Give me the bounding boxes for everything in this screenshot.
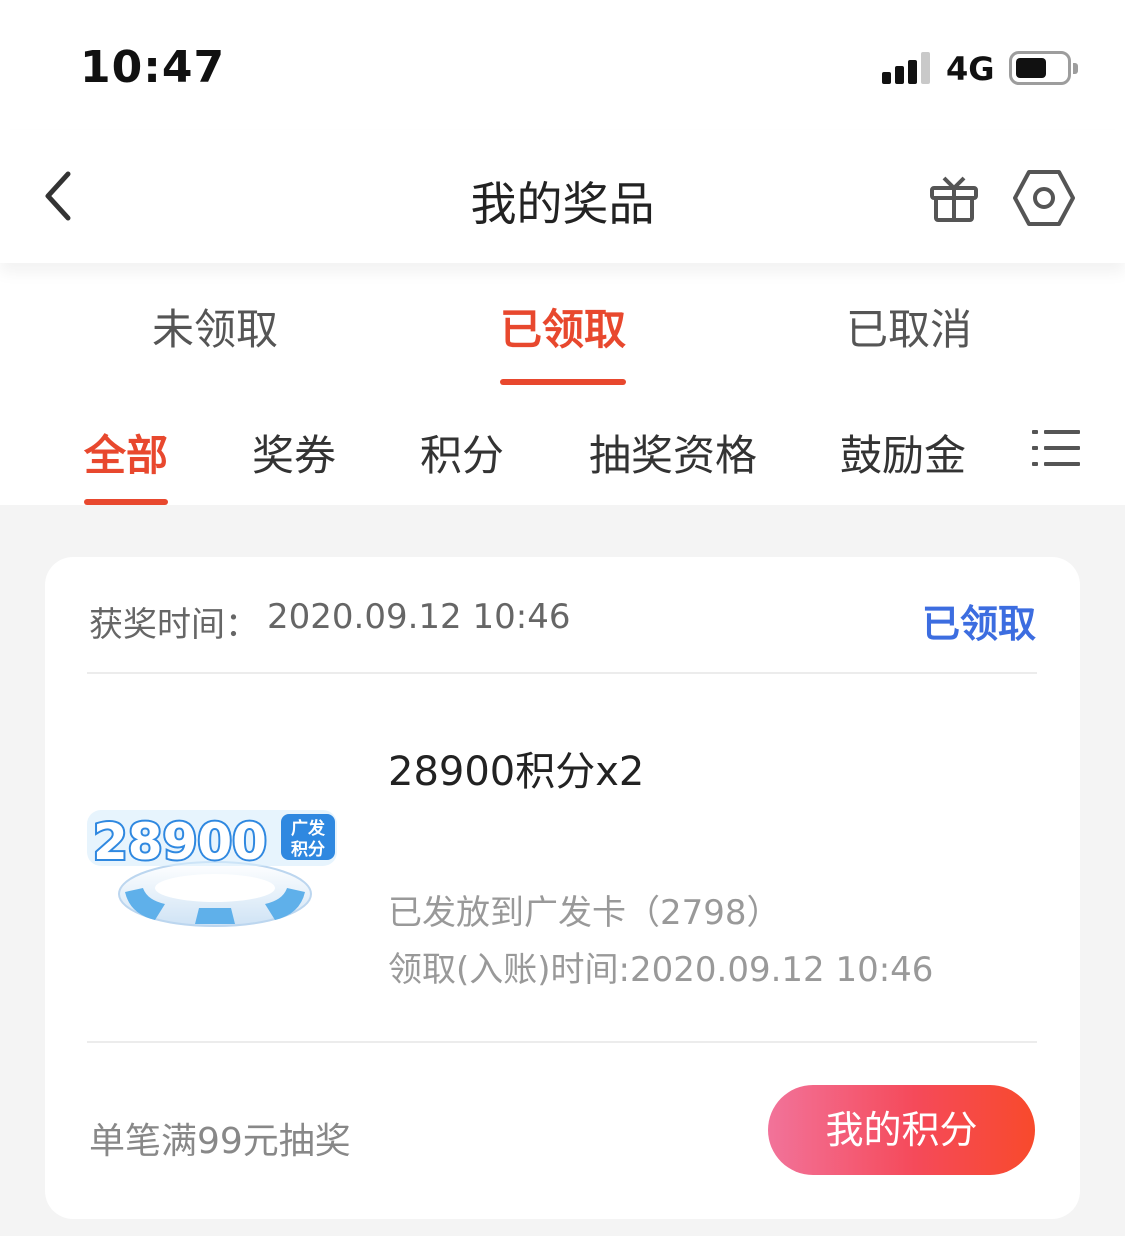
prize-name: 28900积分x2 (388, 749, 645, 795)
category-bonus[interactable]: 鼓励金 (840, 422, 966, 483)
active-category-indicator (84, 499, 168, 505)
category-lottery-eligibility[interactable]: 抽奖资格 (589, 422, 757, 483)
tab-cancelled[interactable]: 已取消 (809, 296, 1009, 357)
prize-card: 获奖时间： 2020.09.12 10:46 已领取 28900 广发 积分 2… (45, 557, 1080, 1219)
category-points[interactable]: 积分 (420, 422, 504, 483)
win-time-value: 2020.09.12 10:46 (267, 597, 571, 637)
prize-image-caption-top: 广发 (291, 818, 326, 839)
my-points-button[interactable]: 我的积分 (768, 1085, 1035, 1175)
prize-image-caption-bottom: 积分 (291, 840, 325, 860)
prize-image-number: 28900 (93, 813, 267, 871)
active-tab-indicator (500, 379, 626, 385)
win-time-label: 获奖时间： (89, 605, 259, 645)
prize-destination: 已发放到广发卡（2798） (388, 893, 781, 933)
lottery-condition: 单笔满99元抽奖 (89, 1121, 351, 1162)
category-all[interactable]: 全部 (84, 422, 168, 483)
tab-claimed[interactable]: 已领取 (463, 296, 663, 357)
prize-image: 28900 广发 积分 (85, 802, 345, 942)
divider (87, 1041, 1037, 1043)
divider (87, 672, 1037, 674)
tab-unclaimed[interactable]: 未领取 (115, 296, 315, 357)
battery-icon (1009, 51, 1078, 85)
claim-status-badge: 已领取 (921, 602, 1036, 646)
category-vouchers[interactable]: 奖券 (252, 422, 336, 483)
list-icon[interactable] (1032, 428, 1080, 468)
gift-icon[interactable] (928, 172, 980, 224)
status-time: 10:47 (80, 42, 226, 93)
category-tabs: 全部 奖券 积分 抽奖资格 鼓励金 (0, 410, 1125, 505)
signal-icon (882, 52, 934, 84)
prize-claim-time: 领取(入账)时间:2020.09.12 10:46 (388, 950, 934, 990)
settings-icon[interactable] (1012, 168, 1076, 228)
nav-bar: 我的奖品 (0, 130, 1125, 263)
status-tabs: 未领取 已领取 已取消 (0, 290, 1125, 390)
network-label: 4G (946, 50, 995, 88)
